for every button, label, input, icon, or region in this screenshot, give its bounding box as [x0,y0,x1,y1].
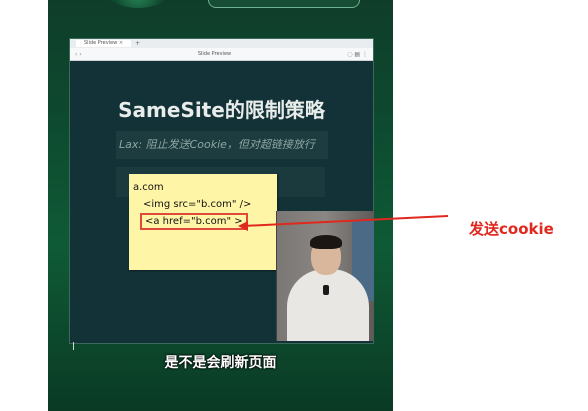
new-tab-icon[interactable]: + [135,40,140,47]
note-line-anchor-highlighted: <a href="b.com" > [140,213,248,230]
webcam-overlay [276,211,374,341]
top-ornament [108,0,168,8]
nav-arrows-icon[interactable]: ‹ › [75,51,82,58]
browser-tab[interactable]: Slide Preview × [76,40,132,47]
progress-tick [73,342,74,350]
sticky-note: a.com <img src="b.com" /> <a href="b.com… [129,174,277,270]
url-text[interactable]: Slide Preview [198,51,231,57]
top-tag [208,0,360,8]
presenter-hair [310,235,342,249]
note-line-domain: a.com [133,182,164,193]
address-bar[interactable]: ‹ › Slide Preview ◌ ▤ ⋮ [70,48,373,61]
presenter-body [287,269,369,341]
microphone-icon [323,285,329,295]
annotation-label: 发送cookie [469,220,554,238]
close-icon[interactable]: × [119,40,123,46]
video-subtitle: 是不是会刷新页面 [164,355,277,371]
lax-description: Lax: 阻止发送Cookie，但对超链接放行 [116,131,328,159]
browser-toolbar-icons[interactable]: ◌ ▤ ⋮ [347,51,368,58]
browser-tab-label: Slide Preview [84,40,118,46]
note-line-img: <img src="b.com" /> [143,199,252,210]
slide-title: SameSite的限制策略 [118,98,325,122]
tab-bar: Slide Preview × + [70,39,373,48]
